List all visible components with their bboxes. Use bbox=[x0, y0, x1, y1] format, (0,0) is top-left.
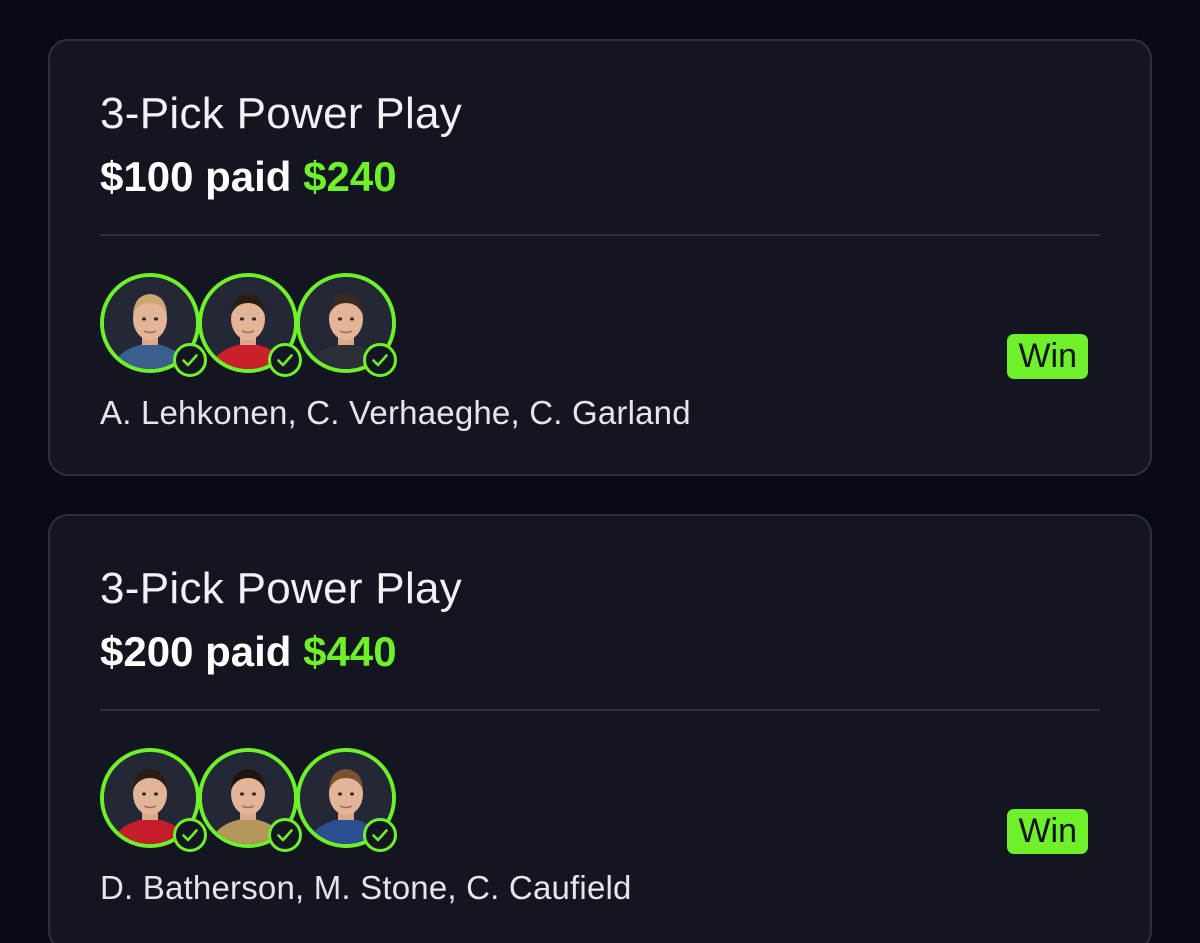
payout-amount: $440 bbox=[303, 628, 397, 675]
player-names: D. Batherson, M. Stone, C. Caufield bbox=[100, 869, 632, 906]
check-icon bbox=[363, 343, 397, 377]
payout-line: $200 paid $440 bbox=[100, 628, 397, 676]
entry-card[interactable]: 3-Pick Power Play $100 paid $240 Win A. … bbox=[48, 39, 1152, 476]
payout-amount: $240 bbox=[303, 153, 397, 200]
entry-card[interactable]: 3-Pick Power Play $200 paid $440 Win D. … bbox=[48, 514, 1152, 943]
check-icon bbox=[268, 343, 302, 377]
check-icon bbox=[173, 818, 207, 852]
entries-screen: 3-Pick Power Play $100 paid $240 Win A. … bbox=[0, 0, 1200, 943]
player-names: A. Lehkonen, C. Verhaeghe, C. Garland bbox=[100, 394, 691, 431]
divider bbox=[100, 234, 1100, 236]
player-avatars bbox=[100, 748, 420, 858]
stake-amount: $200 paid bbox=[100, 628, 292, 675]
status-badge: Win bbox=[1007, 334, 1088, 379]
divider bbox=[100, 709, 1100, 711]
status-badge: Win bbox=[1007, 809, 1088, 854]
payout-line: $100 paid $240 bbox=[100, 153, 397, 201]
check-icon bbox=[363, 818, 397, 852]
player-avatars bbox=[100, 273, 420, 383]
check-icon bbox=[173, 343, 207, 377]
entry-type-title: 3-Pick Power Play bbox=[100, 89, 463, 138]
check-icon bbox=[268, 818, 302, 852]
stake-amount: $100 paid bbox=[100, 153, 292, 200]
entry-type-title: 3-Pick Power Play bbox=[100, 564, 463, 613]
